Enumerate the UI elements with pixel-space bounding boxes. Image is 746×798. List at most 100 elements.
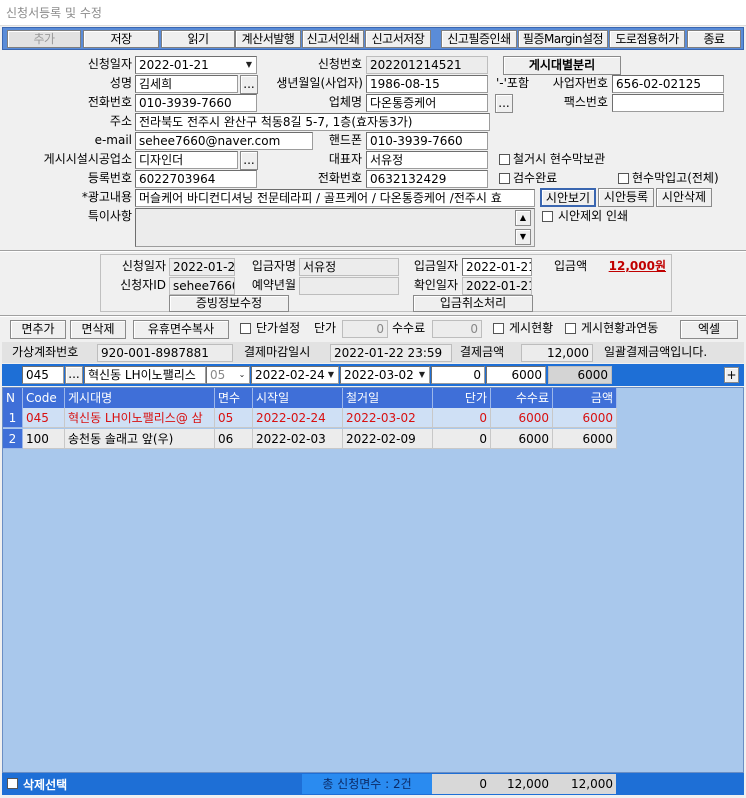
edit-name-field[interactable]: 혁신동 LH이노팰리스 (84, 366, 206, 384)
edit-code-search-button[interactable]: ... (65, 366, 83, 384)
read-button[interactable]: 읽기 (161, 30, 235, 48)
table-row-n[interactable]: 2 (3, 429, 23, 449)
edit-evidence-button[interactable]: 증빙정보수정 (169, 295, 289, 312)
amount-label: 입금액 (554, 259, 588, 273)
col-end[interactable]: 철거일 (343, 388, 433, 408)
col-face[interactable]: 면수 (215, 388, 253, 408)
unit-set-checkbox[interactable] (240, 323, 251, 334)
col-code[interactable]: Code (23, 388, 65, 408)
apply-date-picker[interactable]: 2022-01-21 ▼ (135, 56, 257, 74)
company-field[interactable]: 다온통증케어 (366, 94, 488, 112)
col-name[interactable]: 게시대명 (65, 388, 215, 408)
name-search-button[interactable]: ... (240, 75, 258, 94)
exclude-print-checkbox[interactable] (542, 211, 553, 222)
road-permit-button[interactable]: 도로점용허가 (609, 30, 685, 48)
scroll-down-icon[interactable]: ▼ (515, 229, 531, 245)
margin-setting-button[interactable]: 필증Margin설정 (518, 30, 608, 48)
chevron-down-icon[interactable]: ▼ (415, 367, 429, 383)
table-row-amount[interactable]: 6000 (553, 429, 617, 449)
edit-face-select[interactable]: 05 ⌄ (206, 366, 250, 384)
invoice-button[interactable]: 계산서발행 (235, 30, 301, 48)
tel2-field[interactable]: 0632132429 (366, 170, 488, 188)
scroll-up-icon[interactable]: ▲ (515, 210, 531, 226)
edit-fee-field[interactable]: 6000 (486, 366, 546, 384)
delete-face-button[interactable]: 면삭제 (70, 320, 126, 339)
add-button[interactable]: 추가 (7, 30, 81, 48)
chevron-down-icon[interactable]: ▼ (324, 367, 338, 383)
fee-field[interactable]: 0 (432, 320, 482, 338)
ad-content-field[interactable]: 머슬케어 바디컨디셔닝 전문테라피 / 골프케어 / 다온통증케어 /전주시 효 (135, 189, 535, 207)
table-row-fee[interactable]: 6000 (491, 429, 553, 449)
bizno-field[interactable]: 656-02-02125 (612, 75, 724, 93)
address-field[interactable]: 전라북도 전주시 완산구 척동8길 5-7, 1층(효자동3가) (135, 113, 490, 131)
table-row-start[interactable]: 2022-02-24 (253, 408, 343, 428)
split-by-board-button[interactable]: 게시대별분리 (503, 56, 621, 75)
phone-label: 전화번호 (87, 95, 132, 109)
table-row-n[interactable]: 1 (3, 408, 23, 428)
note-textarea[interactable] (135, 208, 535, 247)
table-row-fee[interactable]: 6000 (491, 408, 553, 428)
table-row-code[interactable]: 100 (23, 429, 65, 449)
edit-start-date[interactable]: 2022-02-24 ▼ (251, 366, 339, 384)
remove-keep-checkbox[interactable] (499, 154, 510, 165)
payer-field: 서유정 (299, 258, 399, 276)
add-face-button[interactable]: 면추가 (10, 320, 66, 339)
table-row-unit[interactable]: 0 (433, 408, 491, 428)
phone-field[interactable]: 010-3939-7660 (135, 94, 257, 112)
edit-end-date[interactable]: 2022-03-02 ▼ (340, 366, 430, 384)
view-draft-button[interactable]: 시안보기 (540, 188, 596, 207)
table-row-start[interactable]: 2022-02-03 (253, 429, 343, 449)
col-fee[interactable]: 수수료 (491, 388, 553, 408)
exit-button[interactable]: 종료 (687, 30, 741, 48)
cancel-deposit-button[interactable]: 입금취소처리 (413, 295, 533, 312)
chevron-down-icon[interactable]: ⌄ (235, 367, 249, 383)
delete-select-checkbox[interactable] (7, 778, 18, 789)
ceo-field[interactable]: 서유정 (366, 151, 488, 169)
pay-date-field[interactable]: 2022-01-21 (462, 258, 532, 276)
excel-button[interactable]: 엑셀 (680, 320, 738, 339)
company-search-button[interactable]: ... (495, 94, 513, 113)
birth-field[interactable]: 1986-08-15 (366, 75, 488, 93)
board-grid: N Code 게시대명 면수 시작일 철거일 단가 수수료 금액 1 045 혁… (2, 387, 744, 773)
save-report-button[interactable]: 신고서저장 (365, 30, 431, 48)
col-n[interactable]: N (3, 388, 23, 408)
table-row-end[interactable]: 2022-02-09 (343, 429, 433, 449)
virtual-account-field: 920-001-8987881 (97, 344, 233, 362)
mobile-field[interactable]: 010-3939-7660 (366, 132, 488, 150)
col-amount[interactable]: 금액 (553, 388, 617, 408)
col-unit[interactable]: 단가 (433, 388, 491, 408)
table-row-name[interactable]: 송천동 솔래고 앞(우) (65, 429, 215, 449)
table-row-unit[interactable]: 0 (433, 429, 491, 449)
status-link-checkbox[interactable] (565, 323, 576, 334)
table-row-amount[interactable]: 6000 (553, 408, 617, 428)
maker-search-button[interactable]: ... (240, 151, 258, 170)
table-row-code[interactable]: 045 (23, 408, 65, 428)
edit-code-field[interactable]: 045 (22, 366, 64, 384)
copy-idle-face-button[interactable]: 유휴면수복사 (133, 320, 229, 339)
table-row-face[interactable]: 05 (215, 408, 253, 428)
table-row-face[interactable]: 06 (215, 429, 253, 449)
col-start[interactable]: 시작일 (253, 388, 343, 408)
print-cert-button[interactable]: 신고필증인쇄 (441, 30, 517, 48)
ad-content-label: *광고내용 (81, 190, 132, 204)
fax-field[interactable] (612, 94, 724, 112)
table-row-end[interactable]: 2022-03-02 (343, 408, 433, 428)
register-draft-button[interactable]: 시안등록 (598, 188, 654, 207)
deposit-apply-date-label: 신청일자 (121, 259, 166, 273)
chevron-down-icon[interactable]: ▼ (242, 57, 256, 73)
plus-icon[interactable]: + (724, 367, 739, 383)
amount-value: 12,000원 (608, 259, 666, 273)
bizno-label: 사업자번호 (552, 76, 608, 90)
maker-field[interactable]: 디자인더 (135, 151, 238, 169)
reg-no-field[interactable]: 6022703964 (135, 170, 257, 188)
inspect-checkbox[interactable] (499, 173, 510, 184)
unit-field[interactable]: 0 (342, 320, 388, 338)
edit-unit-field[interactable]: 0 (431, 366, 485, 384)
delete-draft-button[interactable]: 시안삭제 (656, 188, 712, 207)
table-row-name[interactable]: 혁신동 LH이노팰리스@ 삼 (65, 408, 215, 428)
print-report-button[interactable]: 신고서인쇄 (302, 30, 364, 48)
banner-in-checkbox[interactable] (618, 173, 629, 184)
status-checkbox[interactable] (493, 323, 504, 334)
save-button[interactable]: 저장 (83, 30, 159, 48)
name-field[interactable]: 김세희 (135, 75, 238, 93)
